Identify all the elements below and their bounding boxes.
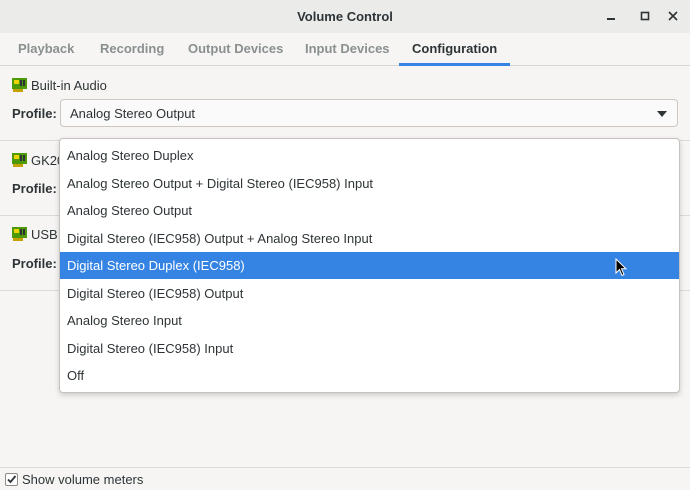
profile-label: Profile: bbox=[12, 256, 57, 271]
profile-option[interactable]: Digital Stereo (IEC958) Input bbox=[60, 335, 679, 362]
show-meters-checkbox[interactable] bbox=[5, 473, 18, 486]
show-meters-label[interactable]: Show volume meters bbox=[22, 472, 143, 487]
profile-option[interactable]: Analog Stereo Output bbox=[60, 197, 679, 224]
close-button[interactable] bbox=[665, 8, 681, 24]
tab-configuration[interactable]: Configuration bbox=[398, 33, 511, 66]
sound-card-icon bbox=[12, 153, 27, 167]
profile-option[interactable]: Analog Stereo Input bbox=[60, 307, 679, 334]
profile-dropdown-menu: Analog Stereo Duplex Analog Stereo Outpu… bbox=[59, 138, 680, 393]
sound-card-icon bbox=[12, 78, 27, 92]
profile-combo[interactable]: Analog Stereo Output bbox=[60, 99, 678, 127]
minimize-icon bbox=[607, 18, 615, 20]
profile-combo-value: Analog Stereo Output bbox=[70, 106, 196, 121]
profile-label: Profile: bbox=[12, 181, 57, 196]
profile-option[interactable]: Digital Stereo (IEC958) Output + Analog … bbox=[60, 225, 679, 252]
maximize-button[interactable] bbox=[637, 8, 653, 24]
close-icon bbox=[668, 11, 678, 21]
tab-bar: Playback Recording Output Devices Input … bbox=[0, 33, 690, 66]
profile-option[interactable]: Analog Stereo Output + Digital Stereo (I… bbox=[60, 170, 679, 197]
tab-output-devices[interactable]: Output Devices bbox=[188, 33, 283, 65]
maximize-icon bbox=[640, 11, 650, 21]
profile-option-highlighted[interactable]: Digital Stereo Duplex (IEC958) bbox=[60, 252, 679, 279]
tab-recording[interactable]: Recording bbox=[100, 33, 164, 65]
profile-option[interactable]: Digital Stereo (IEC958) Output bbox=[60, 280, 679, 307]
profile-label: Profile: bbox=[12, 106, 57, 121]
footer-divider bbox=[0, 467, 690, 468]
checkmark-icon bbox=[7, 475, 17, 484]
mouse-pointer-icon bbox=[615, 258, 627, 277]
tab-input-devices[interactable]: Input Devices bbox=[305, 33, 390, 65]
profile-option[interactable]: Off bbox=[60, 362, 679, 389]
profile-option[interactable]: Analog Stereo Duplex bbox=[60, 142, 679, 169]
tab-playback[interactable]: Playback bbox=[18, 33, 74, 65]
chevron-down-icon bbox=[657, 111, 667, 117]
title-bar: Volume Control bbox=[0, 0, 690, 34]
sound-card-icon bbox=[12, 227, 27, 241]
window-title: Volume Control bbox=[297, 9, 393, 24]
device-name-builtin-audio: Built-in Audio bbox=[31, 78, 107, 93]
minimize-button[interactable] bbox=[603, 8, 619, 24]
